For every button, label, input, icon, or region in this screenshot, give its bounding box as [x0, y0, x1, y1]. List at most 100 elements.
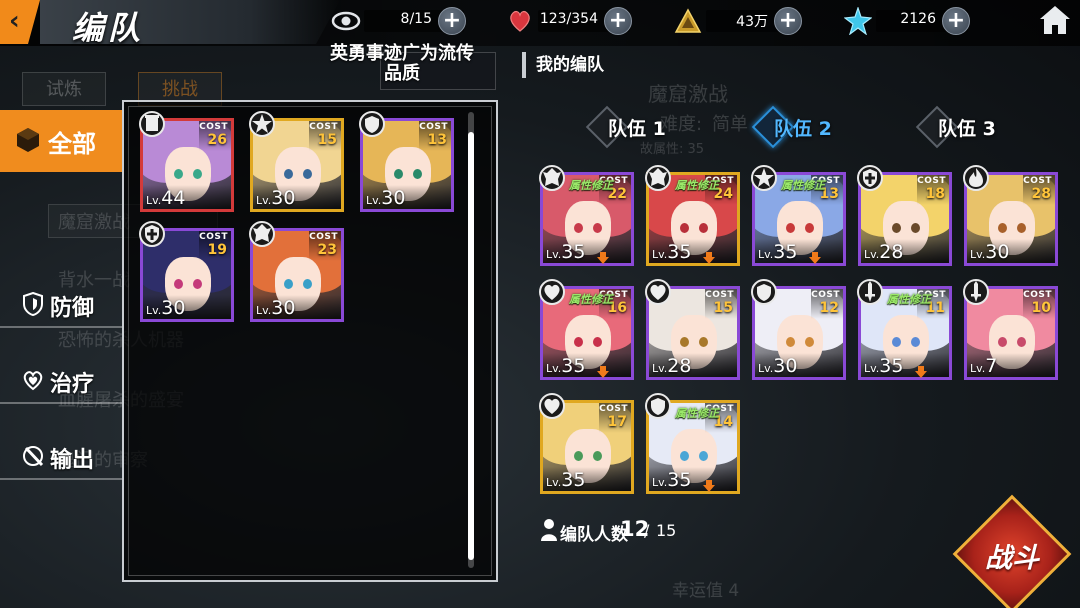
category-heal[interactable]: 治疗 — [0, 360, 122, 404]
bg-tab-trial: 试炼 — [22, 72, 106, 106]
cross-shield-badge-icon — [137, 219, 167, 249]
home-button[interactable] — [1038, 4, 1072, 36]
team-tab-2[interactable]: 队伍 2 — [742, 105, 854, 149]
category-all[interactable]: 全部 — [0, 110, 122, 172]
team-count-max: 15 — [656, 521, 677, 540]
team-card-3[interactable]: COST 13 Lv.35 属性修正 — [751, 165, 846, 266]
team-card-7[interactable]: COST 15 Lv.28 — [645, 279, 740, 380]
level-number: 30 — [271, 297, 296, 319]
cost-value: 17 — [607, 414, 627, 430]
level-label: Lv. — [652, 362, 668, 375]
add-hearts-button[interactable]: + — [604, 7, 632, 35]
portrait-eye — [593, 451, 602, 461]
portrait-eye — [593, 337, 602, 347]
top-bar: ‹ 编队 8/15 + 123/354 + 43万 + 2126 + — [0, 0, 1080, 47]
add-crystals-button[interactable]: + — [942, 7, 970, 35]
attribute-correction-tag: 属性修正 — [781, 179, 825, 192]
team-card-12[interactable]: COST 14 Lv.35 属性修正 — [645, 393, 740, 494]
shield-wing-badge-icon — [643, 391, 673, 421]
roster-card-3[interactable]: COST 13 Lv.30 — [359, 111, 454, 212]
portrait-eye — [805, 223, 814, 233]
roster-card-1[interactable]: COST 26 Lv.44 — [139, 111, 234, 212]
team-card-4[interactable]: COST 18 Lv.28 — [857, 165, 952, 266]
portrait-eye — [892, 223, 901, 233]
team-card-2[interactable]: COST 24 Lv.35 属性修正 — [645, 165, 740, 266]
team-tab-3[interactable]: 队伍 3 — [906, 105, 1018, 149]
portrait-eye — [574, 337, 583, 347]
cube-icon — [17, 128, 39, 152]
back-arrow-icon: ‹ — [9, 6, 20, 36]
team-card-10[interactable]: COST 10 Lv.7 — [963, 279, 1058, 380]
stat-down-arrow-icon — [915, 363, 927, 378]
roster-card-5[interactable]: COST 23 Lv.30 — [249, 221, 344, 322]
level-label: Lv. — [366, 194, 382, 207]
level-value: Lv.44 — [146, 187, 185, 209]
level-value: Lv.35 — [758, 241, 797, 263]
level-label: Lv. — [146, 194, 162, 207]
slash-icon — [23, 446, 44, 467]
team-card-6[interactable]: COST 16 Lv.35 属性修正 — [539, 279, 634, 380]
heart-icon — [504, 7, 536, 35]
team-card-11[interactable]: COST 17 Lv.35 — [539, 393, 634, 494]
shield-wing-badge-icon — [749, 277, 779, 307]
cost-label: COST — [811, 290, 840, 300]
cost-label: COST — [199, 122, 228, 132]
stat-down-arrow-icon — [703, 249, 715, 264]
portrait-eye — [574, 451, 583, 461]
battle-button[interactable]: 战斗 — [952, 494, 1072, 608]
cost-label: COST — [1023, 290, 1052, 300]
home-icon — [1040, 6, 1070, 34]
level-value: Lv.35 — [546, 241, 585, 263]
cost-label: COST — [199, 232, 228, 242]
resource-value: 43万 — [736, 14, 768, 30]
level-value: Lv.35 — [546, 469, 585, 491]
bg-item-1: 魔窟激战 — [58, 212, 130, 233]
back-button[interactable]: ‹ — [0, 0, 40, 44]
bg-lucky-value: 幸运值 4 — [672, 581, 740, 601]
level-label: Lv. — [864, 248, 880, 261]
level-label: Lv. — [256, 304, 272, 317]
team-card-8[interactable]: COST 12 Lv.30 — [751, 279, 846, 380]
roster-scrollbar[interactable] — [468, 112, 474, 568]
level-label: Lv. — [652, 248, 668, 261]
portrait-eye — [174, 279, 183, 289]
portrait-eye — [998, 223, 1007, 233]
team-card-5[interactable]: COST 28 Lv.30 — [963, 165, 1058, 266]
add-coins-button[interactable]: + — [774, 7, 802, 35]
portrait-eye — [680, 337, 689, 347]
level-value: Lv.30 — [256, 297, 295, 319]
portrait-eye — [892, 337, 901, 347]
level-number: 44 — [161, 187, 186, 209]
heart-badge-icon — [537, 391, 567, 421]
add-stamina-button[interactable]: + — [438, 7, 466, 35]
roster-card-2[interactable]: COST 15 Lv.30 — [249, 111, 344, 212]
roster-scroll-thumb[interactable] — [468, 132, 474, 560]
bg-cave-title: 魔窟激战 — [648, 82, 728, 106]
roster-card-4[interactable]: COST 19 Lv.30 — [139, 221, 234, 322]
level-label: Lv. — [146, 304, 162, 317]
portrait-eye — [193, 279, 202, 289]
level-number: 30 — [985, 241, 1010, 263]
heart-badge-icon — [643, 277, 673, 307]
stat-down-arrow-icon — [809, 249, 821, 264]
portrait-eye — [284, 279, 293, 289]
roster-panel: COST 26 Lv.44 COST 15 Lv.30 COST 13 Lv.30 COST 19 L… — [122, 100, 498, 582]
level-value: Lv.35 — [652, 469, 691, 491]
team-card-9[interactable]: COST 11 Lv.35 属性修正 — [857, 279, 952, 380]
category-defense[interactable]: 防御 — [0, 284, 122, 328]
team-tab-1[interactable]: 队伍 1 — [576, 105, 688, 149]
portrait-eye — [805, 337, 814, 347]
team-tab-label: 队伍 1 — [608, 118, 666, 140]
cost-value: 19 — [207, 242, 227, 258]
category-damage[interactable]: 输出 — [0, 436, 122, 480]
portrait-eye — [699, 337, 708, 347]
portrait-eye — [699, 223, 708, 233]
portrait-eye — [394, 169, 403, 179]
team-card-1[interactable]: COST 22 Lv.35 属性修正 — [539, 165, 634, 266]
stat-down-arrow-icon — [597, 249, 609, 264]
portrait-eye — [593, 223, 602, 233]
shield-wing-badge-icon — [357, 109, 387, 139]
cost-label: COST — [309, 122, 338, 132]
notice-text: 英勇事迹广为流传 — [330, 43, 474, 64]
cost-label: COST — [599, 404, 628, 414]
